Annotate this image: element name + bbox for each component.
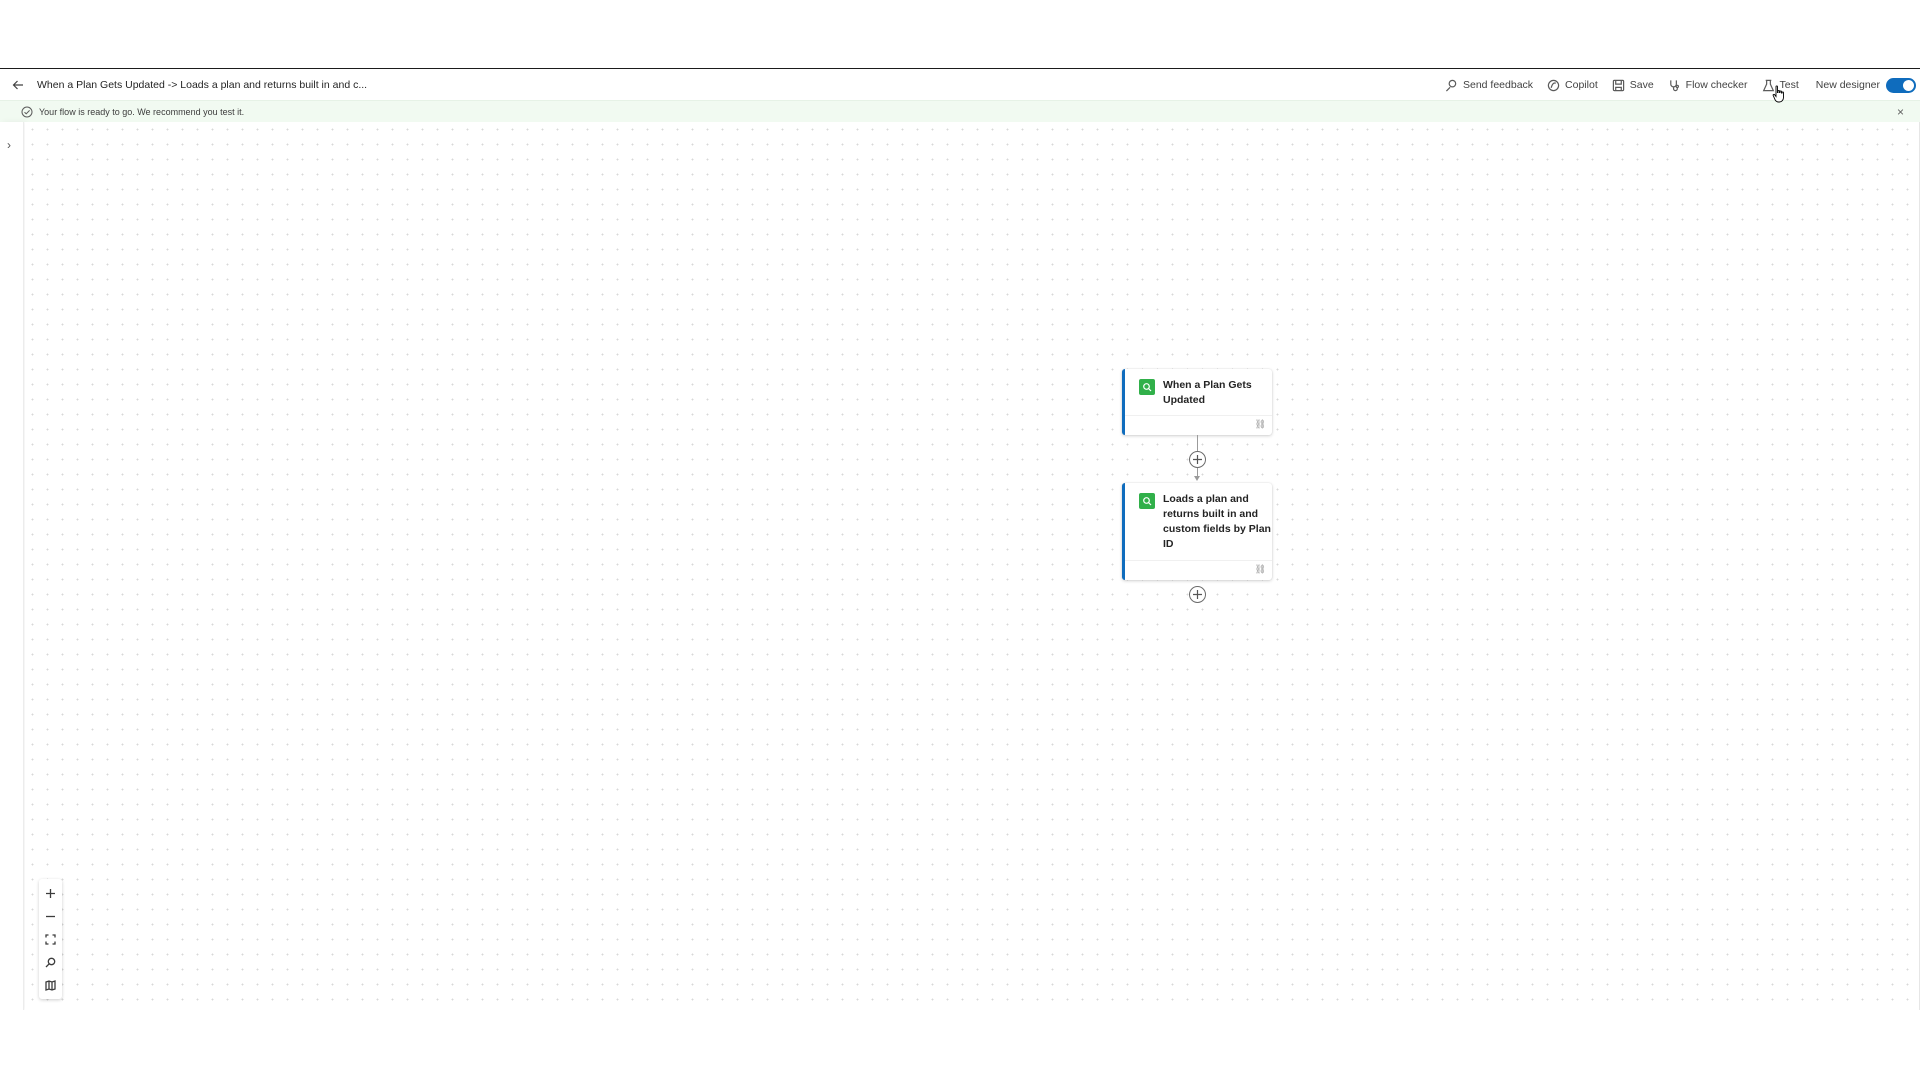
command-bar: When a Plan Gets Updated -> Loads a plan… [0, 70, 1920, 100]
window-top-area [0, 0, 1920, 69]
insert-step-button[interactable] [1189, 451, 1206, 468]
copilot-label: Copilot [1565, 79, 1598, 91]
plus-icon [1193, 455, 1202, 464]
zoom-in-button[interactable] [39, 882, 62, 905]
card-divider [1125, 560, 1272, 561]
mouse-pointer-icon [1772, 85, 1784, 103]
fit-view-button[interactable] [39, 928, 62, 951]
trigger-card[interactable]: When a Plan Gets Updated ⛓ [1122, 369, 1272, 435]
action-card[interactable]: Loads a plan and returns built in and cu… [1122, 483, 1272, 580]
new-designer-label: New designer [1815, 79, 1880, 91]
save-button[interactable]: Save [1605, 75, 1661, 95]
notice-message: Your flow is ready to go. We recommend y… [39, 107, 245, 117]
minimap-button[interactable] [39, 974, 62, 997]
search-icon [45, 957, 56, 968]
toggle-knob [1903, 79, 1914, 91]
flow-checker-label: Flow checker [1685, 79, 1748, 91]
close-notice-button[interactable]: × [1897, 105, 1904, 119]
flow-title: When a Plan Gets Updated -> Loads a plan… [37, 79, 368, 91]
bottom-blank-area [0, 1010, 1920, 1080]
link-icon: ⛓ [1254, 564, 1266, 574]
copilot-button[interactable]: Copilot [1540, 75, 1605, 95]
checkmark-circle-icon [21, 106, 33, 118]
ready-notice-bar: Your flow is ready to go. We recommend y… [0, 100, 1920, 122]
new-designer-toggle-group: New designer [1806, 77, 1916, 93]
add-new-step-button[interactable] [1189, 586, 1206, 603]
save-label: Save [1629, 79, 1654, 91]
action-title: Loads a plan and returns built in and cu… [1163, 493, 1271, 550]
zoom-out-button[interactable] [39, 905, 62, 928]
planner-connector-icon [1139, 493, 1155, 509]
card-divider [1125, 415, 1272, 416]
plus-icon [1193, 590, 1202, 599]
back-button[interactable] [8, 76, 28, 94]
copilot-icon [1547, 79, 1560, 91]
planner-connector-icon [1139, 379, 1155, 395]
trigger-title: When a Plan Gets Updated [1163, 379, 1252, 406]
send-feedback-label: Send feedback [1462, 79, 1534, 91]
new-designer-toggle[interactable] [1886, 77, 1916, 93]
stethoscope-icon [1669, 79, 1679, 91]
zoom-out-icon [46, 915, 55, 918]
link-icon: ⛓ [1254, 419, 1266, 429]
minimap-icon [45, 980, 56, 991]
expand-panel-chevron-icon[interactable]: › [7, 138, 11, 152]
zoom-in-icon [46, 889, 55, 898]
connector-arrow-icon [1194, 476, 1200, 481]
left-panel-rail: › [0, 122, 24, 1010]
back-arrow-icon [12, 80, 23, 90]
fit-view-icon [45, 934, 56, 945]
send-feedback-button[interactable]: Send feedback [1438, 75, 1540, 95]
flow-canvas[interactable] [25, 122, 1920, 1010]
search-canvas-button[interactable] [39, 951, 62, 974]
flow-checker-button[interactable]: Flow checker [1661, 75, 1755, 95]
canvas-zoom-controls [39, 879, 62, 999]
command-actions: Send feedback Copilot Save Flow checker … [1438, 75, 1916, 95]
feedback-icon [1445, 79, 1457, 91]
save-icon [1612, 79, 1624, 91]
